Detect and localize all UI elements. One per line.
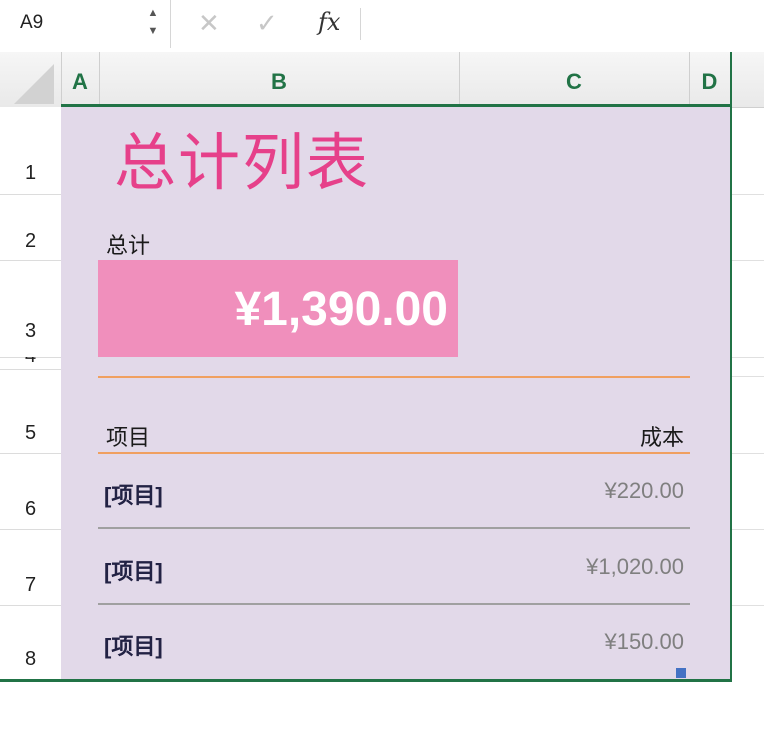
item-name-cell[interactable]: [项目] (104, 478, 163, 510)
select-all-button[interactable] (0, 52, 61, 107)
row-header-7[interactable]: 7 (0, 574, 61, 597)
row-divider (98, 527, 690, 529)
row-header-3[interactable]: 3 (0, 320, 61, 343)
cost-header-cell[interactable]: 成本 (520, 420, 684, 452)
formula-bar-divider (170, 0, 171, 48)
row-separator (0, 529, 61, 530)
header-divider (98, 452, 690, 454)
row-header-4[interactable]: 4 (0, 357, 61, 369)
formula-input[interactable] (362, 0, 764, 48)
row-header-2[interactable]: 2 (0, 230, 61, 253)
gridline (730, 194, 764, 195)
cancel-icon[interactable]: ✕ (198, 8, 220, 39)
item-cost-cell[interactable]: ¥150.00 (490, 629, 684, 655)
total-divider (98, 376, 690, 378)
selection-border (730, 52, 732, 682)
gridline (730, 376, 764, 377)
item-header-cell[interactable]: 项目 (106, 420, 150, 452)
row-separator (0, 369, 61, 370)
total-label-cell[interactable]: 总计 (106, 228, 150, 260)
column-header-b[interactable]: B (99, 52, 459, 107)
gridline (730, 260, 764, 261)
row-header-4-label: 4 (0, 357, 61, 368)
row-header-8[interactable]: 8 (0, 648, 61, 671)
sheet-title-cell[interactable]: 总计列表 (114, 112, 370, 202)
item-name-cell[interactable]: [项目] (104, 554, 163, 586)
item-cost-cell[interactable]: ¥1,020.00 (490, 554, 684, 580)
row-header-1[interactable]: 1 (0, 162, 61, 185)
name-box-stepper-icon[interactable]: ▲ ▼ (145, 4, 161, 44)
fill-handle[interactable] (676, 668, 686, 678)
select-all-triangle-icon (14, 64, 54, 104)
row-separator (0, 260, 61, 261)
row-separator (0, 194, 61, 195)
name-box[interactable]: A9 ▲ ▼ (0, 0, 170, 48)
row-header-6[interactable]: 6 (0, 498, 61, 521)
item-name-cell[interactable]: [项目] (104, 629, 163, 661)
row-separator (0, 605, 61, 606)
name-box-value[interactable]: A9 (20, 12, 43, 34)
insert-function-icon[interactable]: fx (318, 8, 340, 36)
column-header-a[interactable]: A (61, 52, 99, 107)
item-cost-cell[interactable]: ¥220.00 (490, 478, 684, 504)
formula-bar-divider (360, 8, 361, 40)
enter-icon[interactable]: ✓ (256, 8, 278, 39)
gridline (730, 453, 764, 454)
row-separator (0, 453, 61, 454)
row-divider (98, 603, 690, 605)
gridline (730, 357, 764, 358)
gridline (730, 529, 764, 530)
row-header-5[interactable]: 5 (0, 422, 61, 445)
column-header-d[interactable]: D (689, 52, 730, 107)
selection-border-bottom (0, 679, 732, 682)
total-value-cell[interactable]: ¥1,390.00 (98, 260, 448, 357)
gridline (730, 605, 764, 606)
column-header-c[interactable]: C (459, 52, 689, 107)
